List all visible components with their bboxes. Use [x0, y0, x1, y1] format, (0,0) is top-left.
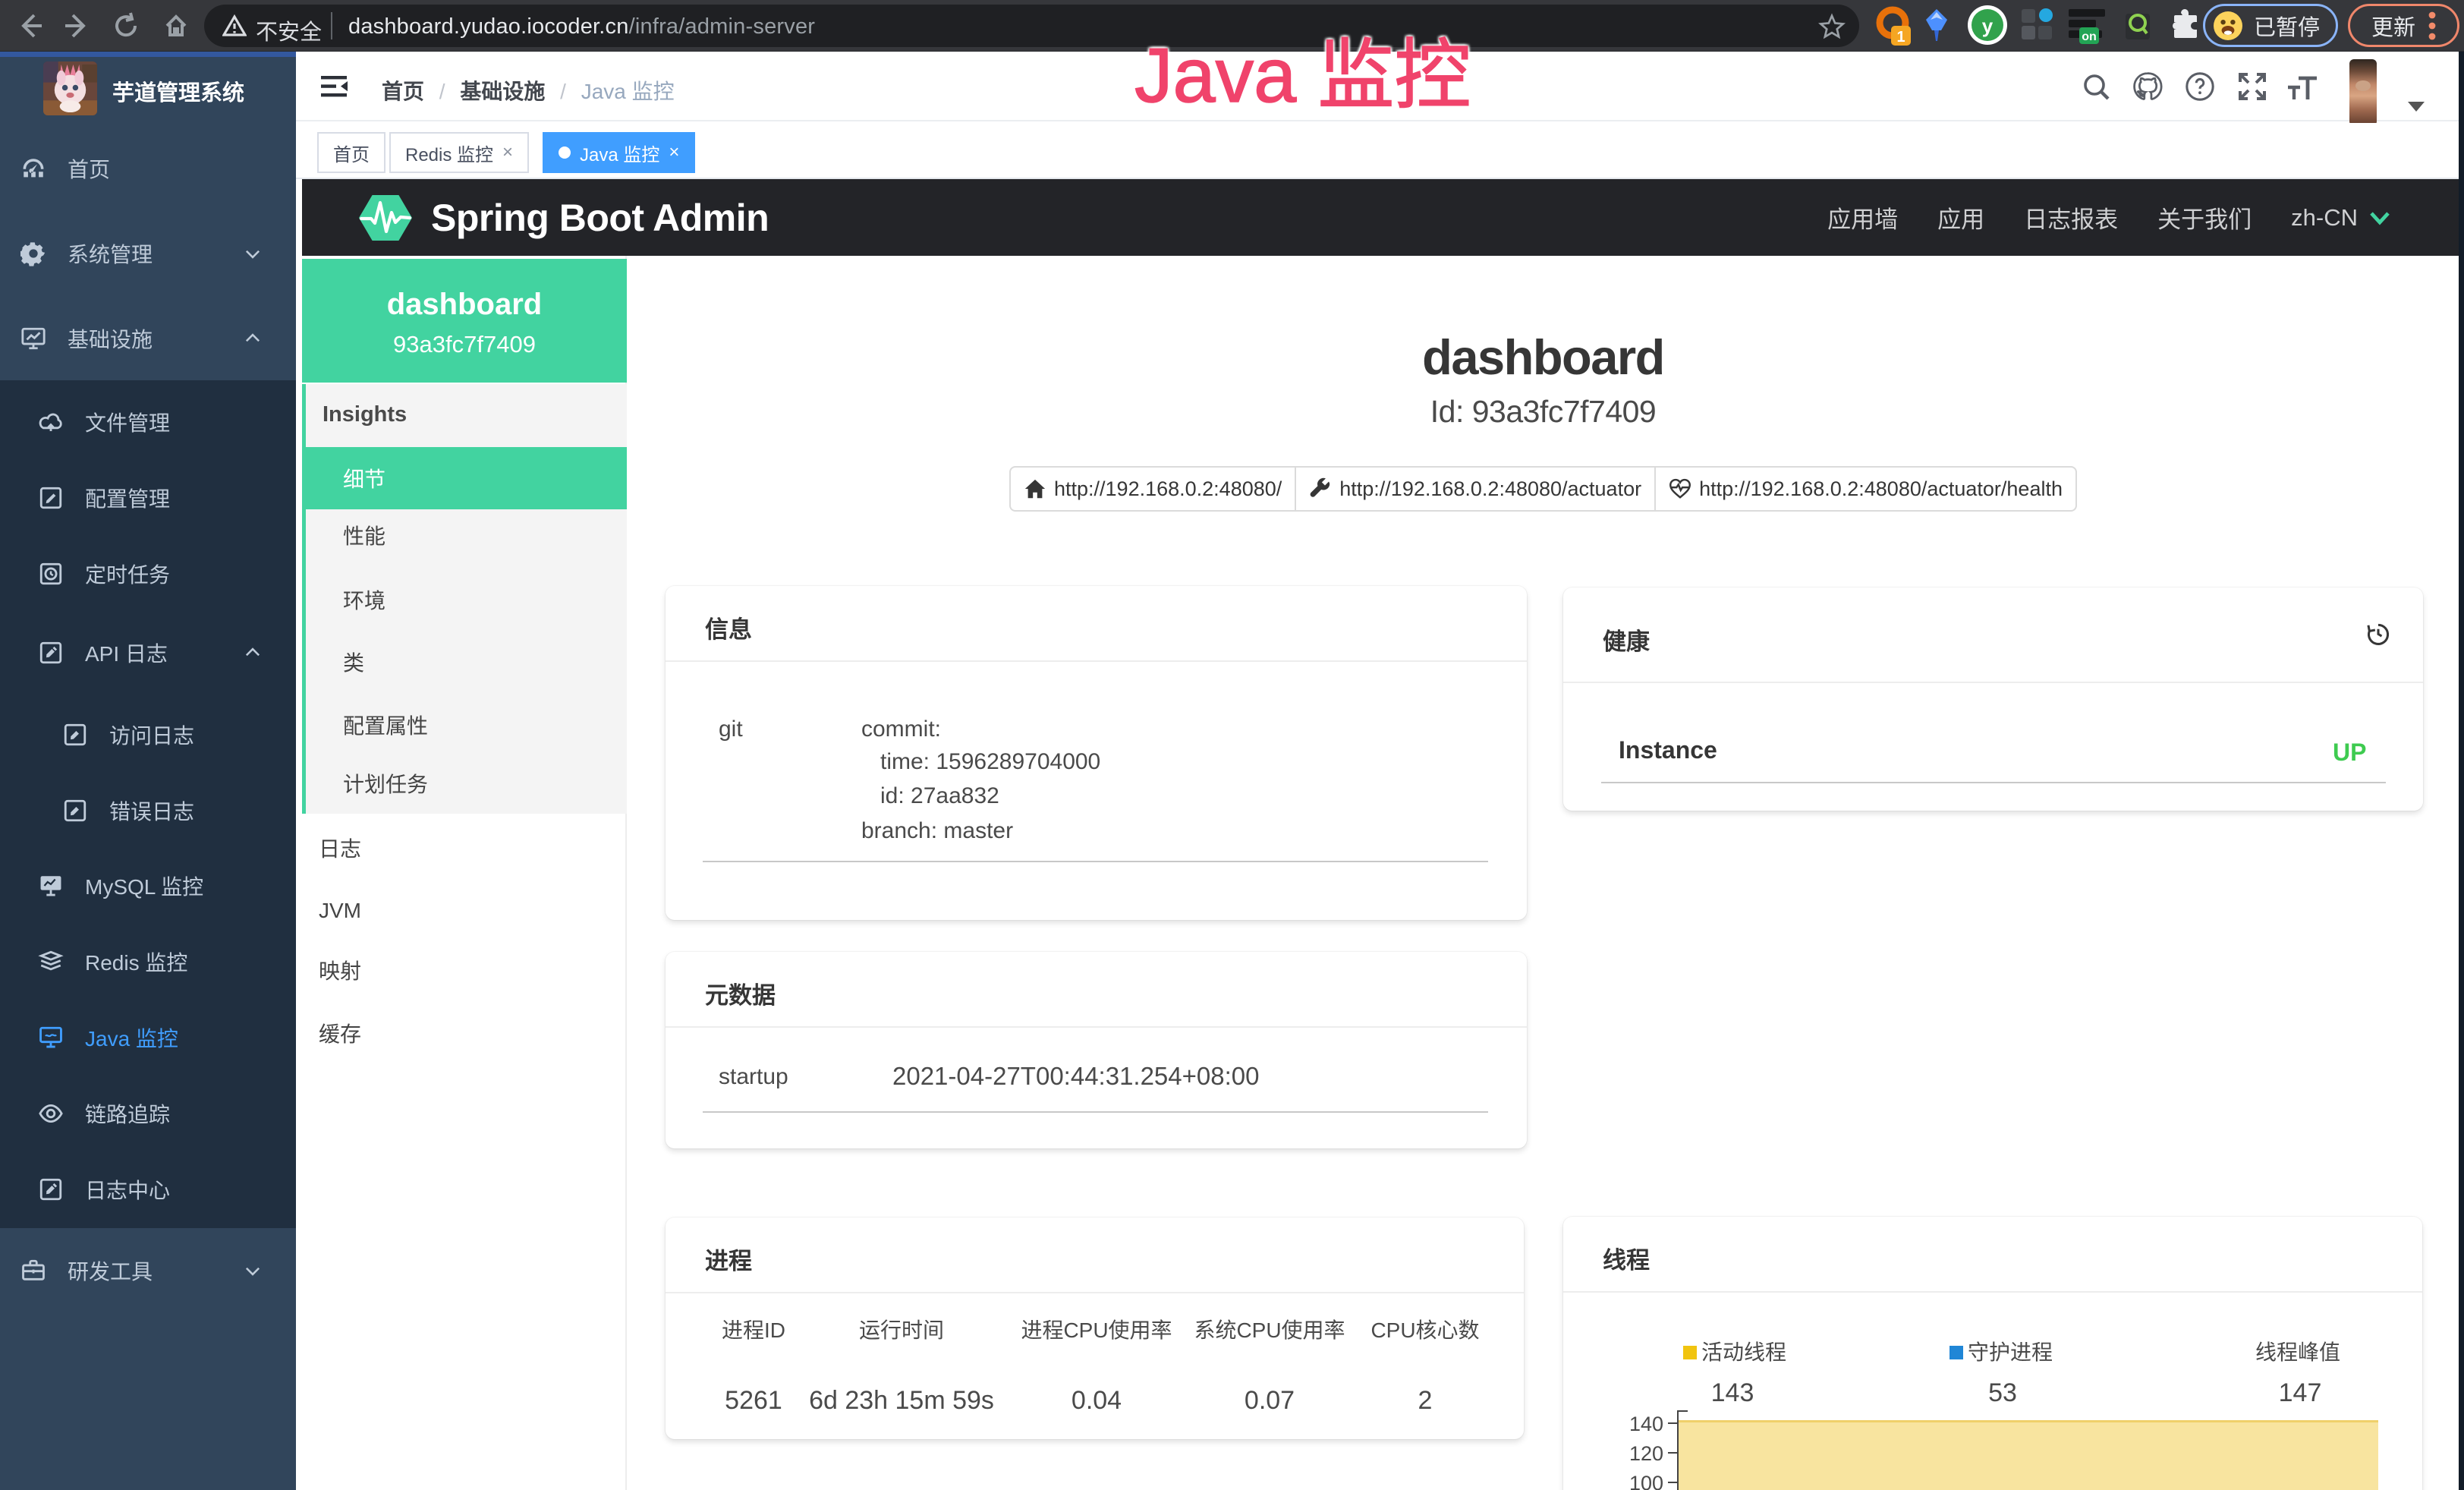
svg-text:1: 1 [1896, 29, 1905, 46]
svg-text:y: y [1982, 14, 1994, 37]
svg-text:on: on [2082, 30, 2097, 43]
